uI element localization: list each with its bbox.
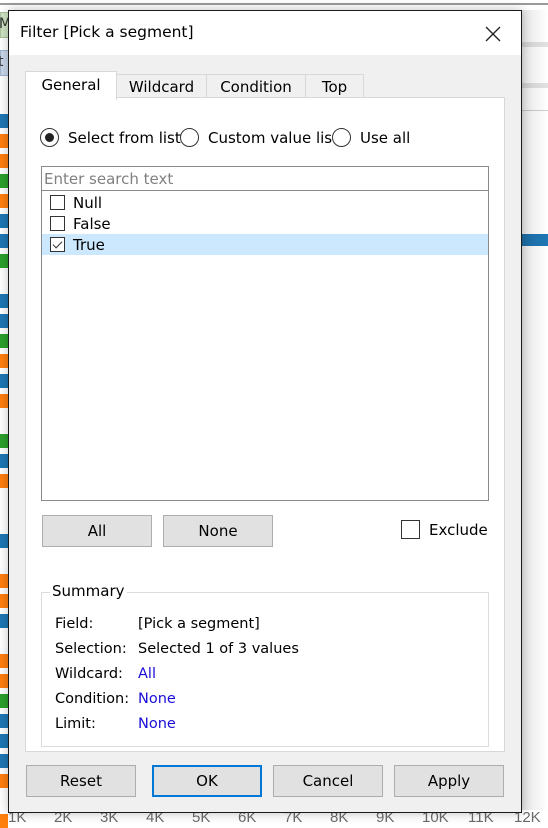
list-item-false[interactable]: False	[42, 213, 488, 234]
list-item-null[interactable]: Null	[42, 192, 488, 213]
exclude-checkbox[interactable]: Exclude	[401, 520, 488, 539]
background-bar	[0, 354, 8, 368]
background-bar	[0, 674, 8, 688]
background-bar	[0, 474, 8, 488]
radio-custom-value-list[interactable]: Custom value list	[180, 128, 338, 147]
list-item-true[interactable]: True	[42, 234, 488, 255]
dialog-title: Filter [Pick a segment]	[20, 23, 194, 41]
background-bar	[0, 294, 8, 308]
background-bar	[0, 114, 8, 128]
radio-unselected-icon	[180, 128, 199, 147]
background-bar	[0, 694, 8, 708]
close-icon	[485, 26, 501, 42]
background-bar	[0, 214, 8, 228]
ok-button[interactable]: OK	[152, 765, 262, 797]
background-bar	[0, 374, 8, 388]
background-bar	[0, 614, 8, 628]
apply-button[interactable]: Apply	[394, 765, 504, 797]
values-listbox[interactable]: Null False True	[41, 166, 489, 501]
general-tab-panel: Select from list Custom value list Use a…	[25, 97, 505, 752]
background-bar	[0, 814, 8, 828]
checkbox-unchecked-icon	[50, 216, 65, 231]
background-divider	[0, 3, 548, 5]
limit-link[interactable]: None	[138, 716, 176, 732]
background-bar	[0, 774, 8, 788]
background-bar	[0, 234, 8, 248]
background-bar	[0, 194, 8, 208]
close-button[interactable]	[479, 21, 507, 47]
wildcard-link[interactable]: All	[138, 666, 156, 682]
summary-title: Summary	[50, 582, 127, 600]
background-bar	[0, 534, 8, 548]
radio-select-from-list[interactable]: Select from list	[40, 128, 181, 147]
condition-link[interactable]: None	[138, 691, 176, 707]
summary-group: Summary Field: [Pick a segment] Selectio…	[41, 582, 489, 747]
select-none-button[interactable]: None	[163, 515, 273, 547]
tab-condition[interactable]: Condition	[206, 74, 306, 99]
background-bar	[0, 734, 8, 748]
background-bar	[0, 174, 8, 188]
background-bar	[0, 154, 8, 168]
dialog-shadow	[522, 10, 548, 810]
select-all-button[interactable]: All	[42, 515, 152, 547]
radio-selected-icon	[40, 128, 59, 147]
background-bar	[0, 754, 8, 768]
background-bar	[0, 394, 8, 408]
cancel-button[interactable]: Cancel	[273, 765, 383, 797]
background-bar	[0, 334, 8, 348]
background-bar	[0, 134, 8, 148]
background-bar	[0, 574, 8, 588]
background-bar	[0, 454, 8, 468]
background-bar	[0, 594, 8, 608]
background-bar	[0, 314, 8, 328]
radio-unselected-icon	[332, 128, 351, 147]
background-bar	[0, 434, 8, 448]
background-bar	[0, 654, 8, 668]
checkbox-checked-icon	[50, 237, 65, 252]
background-bar	[0, 714, 8, 728]
search-input[interactable]	[42, 167, 488, 191]
checkbox-unchecked-icon	[401, 520, 420, 539]
checkbox-unchecked-icon	[50, 195, 65, 210]
filter-dialog: Filter [Pick a segment] General Wildcard…	[8, 10, 522, 813]
radio-use-all[interactable]: Use all	[332, 128, 410, 147]
tab-top[interactable]: Top	[305, 74, 364, 99]
tab-wildcard[interactable]: Wildcard	[116, 74, 207, 99]
reset-button[interactable]: Reset	[26, 765, 136, 797]
tab-general[interactable]: General	[25, 71, 117, 100]
title-bar: Filter [Pick a segment]	[9, 11, 521, 55]
background-bar	[0, 254, 8, 268]
